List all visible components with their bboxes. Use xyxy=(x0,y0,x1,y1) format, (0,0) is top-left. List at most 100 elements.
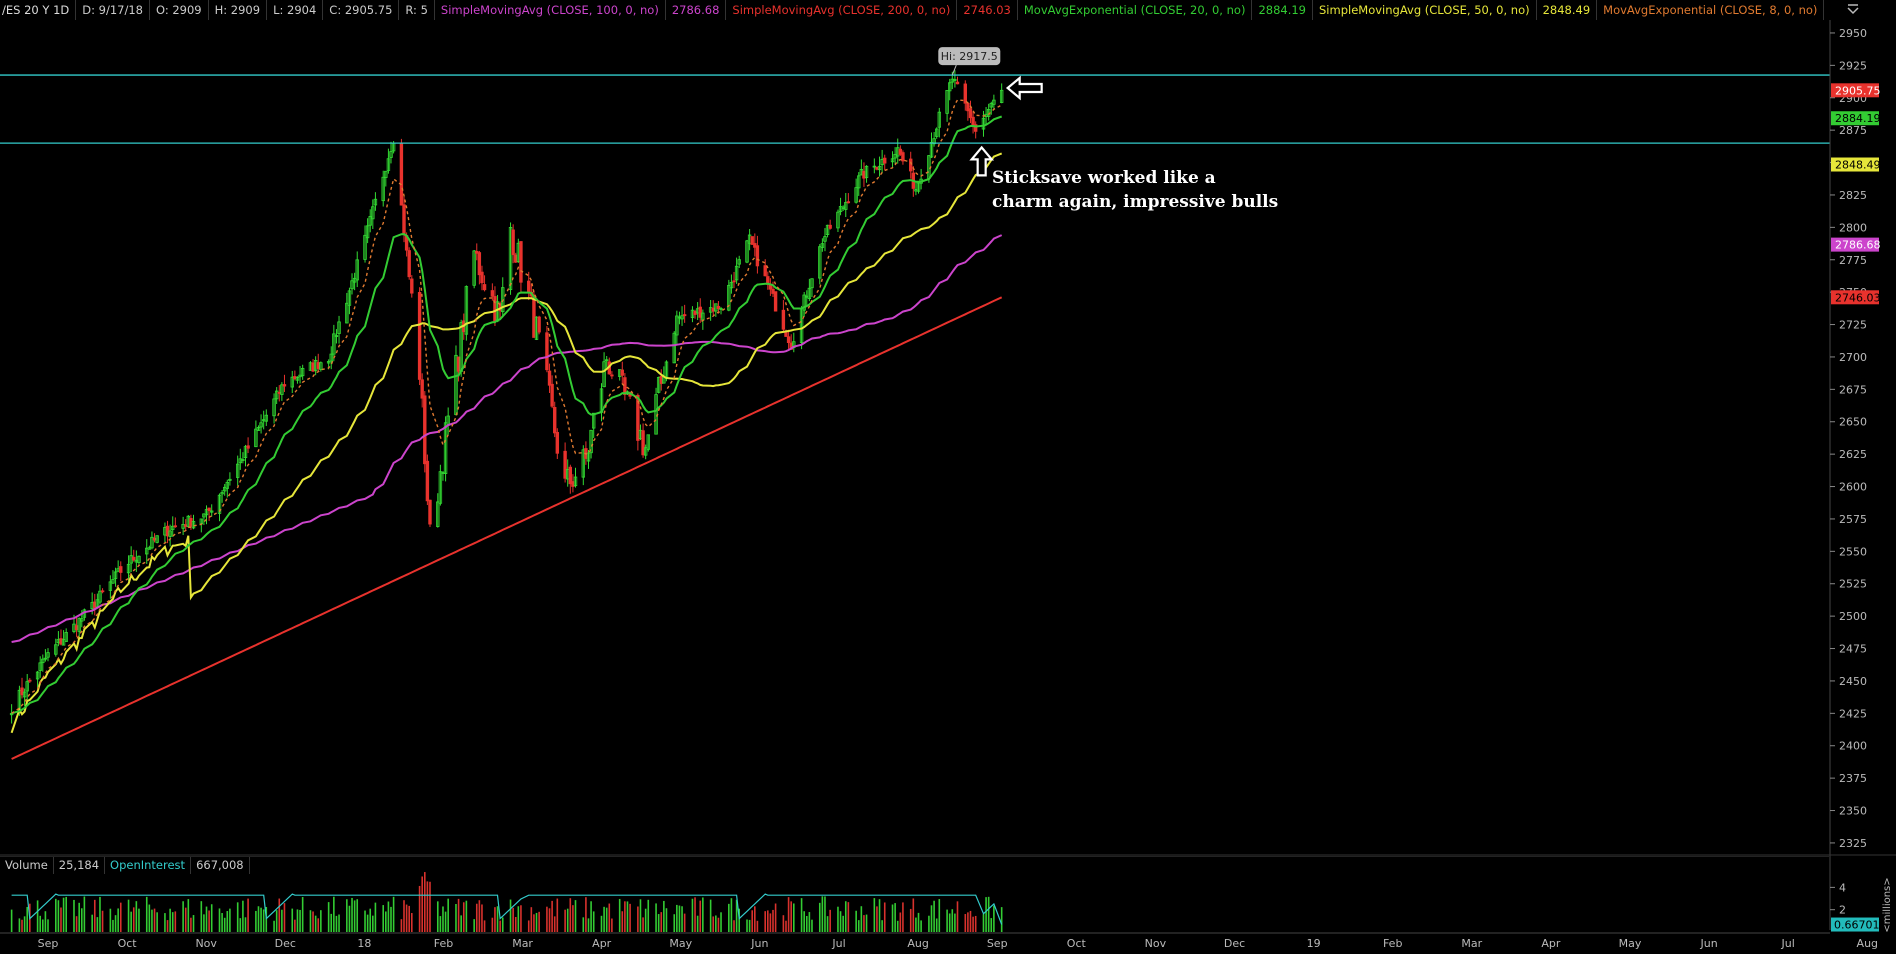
x-tick-label-22: Jul xyxy=(1781,937,1795,950)
candle xyxy=(901,150,905,165)
vol-tick-label-0: 4 xyxy=(1839,881,1846,894)
candle xyxy=(599,383,604,422)
oi-value: 667,008 xyxy=(191,857,250,874)
y-tick-label-16: 2725 xyxy=(1839,319,1867,332)
candle xyxy=(64,628,68,642)
volume-header: Volume 25,184 OpenInterest 667,008 xyxy=(0,856,1830,874)
candle xyxy=(568,464,573,494)
y-tick-label-3: 2400 xyxy=(1839,740,1867,753)
y-tick-label-11: 2600 xyxy=(1839,481,1867,494)
ema20-line xyxy=(11,115,1003,715)
candle xyxy=(337,315,341,344)
candle xyxy=(319,361,323,372)
candle xyxy=(300,364,305,380)
price-tag-2: 2848.49 xyxy=(1835,159,1881,172)
y-tick-label-8: 2525 xyxy=(1839,578,1867,591)
candle xyxy=(98,584,102,605)
candle xyxy=(399,138,404,206)
candle xyxy=(682,304,687,323)
price-chart[interactable]: 2325 2350 2375 2400 2425 2450 2475 2500 2525 2550… xyxy=(0,0,1896,954)
candle xyxy=(890,151,895,168)
y-tick-label-9: 2550 xyxy=(1839,545,1867,558)
price-tag-0: 2905.75 xyxy=(1835,84,1881,97)
up-arrow-icon xyxy=(969,145,995,177)
candle xyxy=(519,241,523,292)
x-tick-label-11: Aug xyxy=(907,937,928,950)
open-interest-line xyxy=(11,893,1003,925)
vol-tick-label-1: 2 xyxy=(1839,904,1846,917)
candle xyxy=(173,517,178,528)
price-tag-3: 2786.68 xyxy=(1835,239,1881,252)
y-tick-label-1: 2350 xyxy=(1839,805,1867,818)
candle xyxy=(454,345,458,416)
candle xyxy=(553,401,557,438)
candle xyxy=(254,420,258,448)
candle xyxy=(935,127,939,139)
x-tick-label-19: Apr xyxy=(1541,937,1561,950)
x-tick-label-16: 19 xyxy=(1307,937,1321,950)
y-tick-label-13: 2650 xyxy=(1839,416,1867,429)
candle xyxy=(836,209,840,233)
candle xyxy=(425,454,430,506)
x-tick-label-20: May xyxy=(1619,937,1642,950)
volume-value: 25,184 xyxy=(54,857,106,874)
candle xyxy=(423,391,427,473)
candle xyxy=(191,514,196,530)
candle xyxy=(438,464,443,506)
candle xyxy=(472,249,476,289)
annotation-line-2: charm again, impressive bulls xyxy=(992,192,1279,212)
y-tick-label-12: 2625 xyxy=(1839,448,1867,461)
y-tick-label-10: 2575 xyxy=(1839,513,1867,526)
x-tick-label-17: Feb xyxy=(1383,937,1402,950)
oi-tag: 0.66701 xyxy=(1834,919,1880,932)
x-tick-label-2: Nov xyxy=(195,937,217,950)
x-tick-label-14: Nov xyxy=(1145,937,1167,950)
x-tick-label-12: Sep xyxy=(987,937,1008,950)
candle xyxy=(781,300,786,332)
candle xyxy=(763,259,767,277)
candle xyxy=(755,235,760,274)
x-tick-label-5: Feb xyxy=(434,937,453,950)
price-tag-1: 2884.19 xyxy=(1835,112,1881,125)
candle xyxy=(773,291,778,312)
candle xyxy=(714,303,718,317)
candle xyxy=(828,219,832,230)
annotation-line-1: Sticksave worked like a xyxy=(992,168,1216,188)
annotation-text: Sticksave worked like a charm again, imp… xyxy=(992,166,1312,214)
x-tick-label-4: 18 xyxy=(357,937,371,950)
candle xyxy=(428,499,432,528)
y-tick-label-4: 2425 xyxy=(1839,707,1867,720)
candle xyxy=(417,287,422,386)
x-tick-label-13: Oct xyxy=(1067,937,1087,950)
y-tick-label-22: 2875 xyxy=(1839,124,1867,137)
candle xyxy=(295,376,300,384)
candle xyxy=(407,247,411,280)
candle xyxy=(501,277,505,318)
candle xyxy=(119,561,123,581)
candle xyxy=(264,409,268,426)
y-tick-label-6: 2475 xyxy=(1839,643,1867,656)
candle xyxy=(155,535,159,544)
y-tick-label-2: 2375 xyxy=(1839,772,1867,785)
candle xyxy=(225,479,230,498)
candle xyxy=(846,193,851,204)
sma200-line xyxy=(11,296,1003,760)
x-tick-label-10: Jul xyxy=(831,937,845,950)
price-tag-4: 2746.03 xyxy=(1835,291,1881,304)
ema8-line xyxy=(11,99,1003,714)
candle xyxy=(410,275,414,298)
candle xyxy=(290,370,294,393)
candle xyxy=(199,518,204,533)
candle xyxy=(623,373,627,401)
candle xyxy=(864,165,869,183)
oi-label: OpenInterest xyxy=(105,857,192,874)
left-arrow-icon xyxy=(1005,75,1043,101)
y-tick-label-20: 2825 xyxy=(1839,189,1867,202)
candle xyxy=(999,83,1004,104)
y-tick-label-18: 2775 xyxy=(1839,254,1867,267)
y-tick-label-24: 2925 xyxy=(1839,59,1867,72)
candle xyxy=(137,555,141,566)
candle xyxy=(872,158,877,174)
candle xyxy=(680,306,684,326)
y-tick-label-0: 2325 xyxy=(1839,837,1867,850)
